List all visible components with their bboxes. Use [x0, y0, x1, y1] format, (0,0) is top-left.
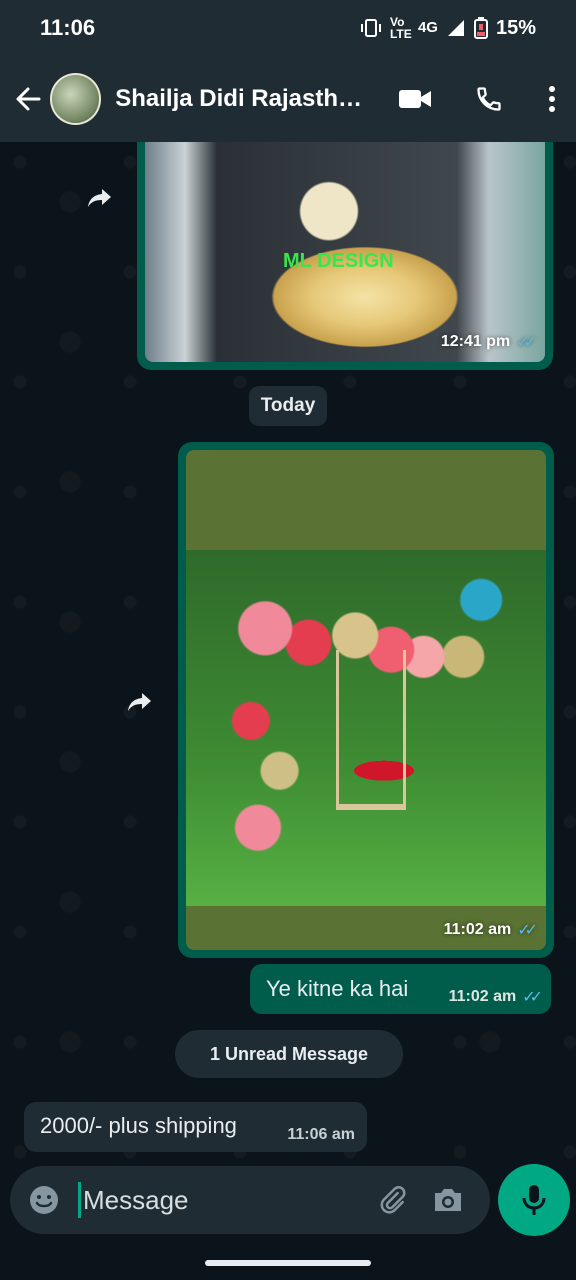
attach-icon — [380, 1185, 406, 1214]
read-ticks-icon: ✓✓ — [516, 334, 537, 351]
back-button[interactable] — [6, 77, 50, 121]
forward-icon — [128, 693, 151, 711]
swing-frame — [336, 650, 406, 810]
volte-label: Vo LTE — [389, 15, 412, 41]
home-indicator[interactable] — [205, 1260, 371, 1266]
system-nav-bar — [0, 1236, 576, 1280]
voice-record-button[interactable] — [498, 1164, 570, 1236]
status-bar: 11:06 Vo LTE 4G 15% — [0, 0, 576, 56]
video-call-button[interactable] — [391, 75, 439, 123]
message-meta: 12:41 pm ✓✓ — [440, 332, 537, 352]
video-call-icon — [398, 90, 431, 108]
message-meta: 11:02 am ✓✓ — [448, 987, 543, 1007]
more-options-icon — [549, 86, 556, 112]
camera-icon — [435, 1189, 461, 1211]
read-ticks-icon: ✓✓ — [522, 989, 543, 1006]
network-label: 4G — [417, 19, 438, 36]
emoji-button[interactable] — [16, 1172, 72, 1228]
signal-icon — [447, 20, 464, 36]
forward-button[interactable] — [80, 178, 120, 218]
status-time: 11:06 — [40, 15, 96, 40]
message-text: Ye kitne ka hai — [266, 976, 409, 1001]
voice-call-button[interactable] — [465, 75, 513, 123]
text-cursor — [78, 1182, 81, 1218]
unread-divider: 1 Unread Message — [175, 1030, 403, 1078]
image-message[interactable]: ML DESIGN 12:41 pm ✓✓ — [137, 142, 553, 370]
forward-icon — [88, 189, 111, 207]
chat-title[interactable]: Shailja Didi Rajasth… — [115, 85, 375, 113]
incoming-message[interactable]: 2000/- plus shipping 11:06 am — [24, 1102, 367, 1152]
battery-icon — [473, 17, 488, 39]
back-arrow-icon — [16, 87, 41, 111]
avatar[interactable] — [49, 73, 102, 125]
status-icons: Vo LTE 4G 15% — [360, 16, 536, 40]
mic-icon — [522, 1185, 546, 1215]
chat-header: Shailja Didi Rajasth… — [0, 56, 576, 142]
image-thumbnail[interactable]: 11:02 am ✓✓ — [186, 450, 546, 950]
watermark: ML DESIGN — [283, 250, 394, 272]
image-thumbnail[interactable]: ML DESIGN 12:41 pm ✓✓ — [145, 142, 545, 362]
chat-area[interactable]: ML DESIGN 12:41 pm ✓✓ Today 11:02 am ✓✓ … — [0, 142, 576, 1166]
read-ticks-icon: ✓✓ — [517, 922, 538, 939]
outgoing-message[interactable]: Ye kitne ka hai 11:02 am ✓✓ — [250, 964, 551, 1014]
vibrate-icon — [360, 19, 381, 37]
message-text: 2000/- plus shipping — [40, 1113, 237, 1138]
photo-area — [186, 550, 546, 906]
forward-button[interactable] — [120, 682, 160, 722]
message-input[interactable] — [83, 1184, 363, 1216]
battery-level: 15% — [495, 16, 536, 39]
emoji-icon — [30, 1186, 58, 1214]
image-message[interactable]: 11:02 am ✓✓ — [178, 442, 554, 958]
attach-button[interactable] — [367, 1175, 417, 1225]
message-composer — [10, 1166, 490, 1234]
message-time: 11:02 am — [443, 921, 512, 938]
message-time: 11:02 am — [448, 988, 517, 1005]
message-time: 11:06 am — [287, 1126, 355, 1143]
message-meta: 11:02 am ✓✓ — [443, 920, 538, 940]
date-separator: Today — [249, 386, 327, 426]
camera-button[interactable] — [423, 1175, 473, 1225]
message-time: 12:41 pm — [440, 333, 511, 350]
more-options-button[interactable] — [528, 75, 576, 123]
phone-icon — [476, 87, 501, 111]
